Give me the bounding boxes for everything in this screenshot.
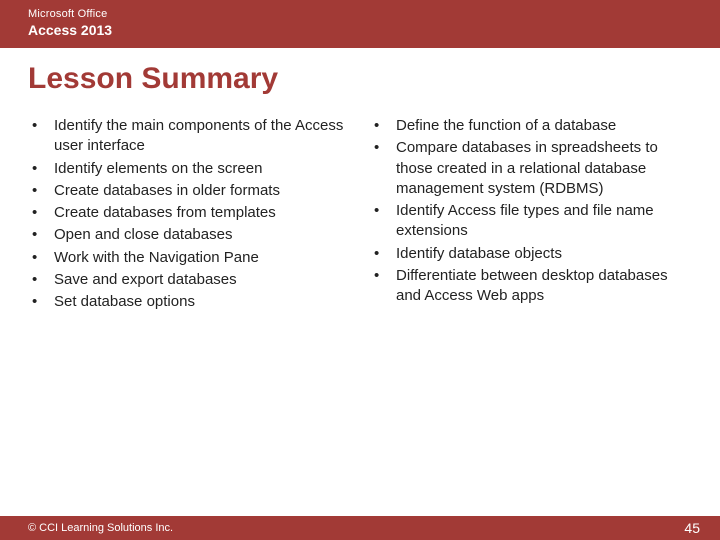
list-item: •Create databases from templates xyxy=(28,203,350,223)
header-brand: Microsoft Office xyxy=(28,8,692,20)
list-item: •Save and export databases xyxy=(28,270,350,290)
list-item: •Define the function of a database xyxy=(370,116,692,136)
list-item: •Identify elements on the screen xyxy=(28,159,350,179)
list-item: •Differentiate between desktop databases… xyxy=(370,266,692,307)
bullet-icon: • xyxy=(28,270,54,290)
bullet-text: Save and export databases xyxy=(54,270,350,290)
slide-header: Microsoft Office Access 2013 xyxy=(0,0,720,48)
list-item: •Identify database objects xyxy=(370,244,692,264)
list-item: •Identify Access file types and file nam… xyxy=(370,201,692,242)
list-item: •Set database options xyxy=(28,292,350,312)
bullet-text: Identify the main components of the Acce… xyxy=(54,116,350,157)
bullet-icon: • xyxy=(370,244,396,264)
left-column: •Identify the main components of the Acc… xyxy=(28,116,350,516)
list-item: •Compare databases in spreadsheets to th… xyxy=(370,138,692,199)
bullet-icon: • xyxy=(28,248,54,268)
bullet-icon: • xyxy=(28,159,54,179)
bullet-icon: • xyxy=(370,138,396,158)
bullet-text: Identify elements on the screen xyxy=(54,159,350,179)
bullet-icon: • xyxy=(28,225,54,245)
footer-copyright: © CCI Learning Solutions Inc. xyxy=(28,522,173,534)
bullet-text: Create databases from templates xyxy=(54,203,350,223)
bullet-text: Define the function of a database xyxy=(396,116,692,136)
right-column: •Define the function of a database •Comp… xyxy=(370,116,692,516)
bullet-text: Set database options xyxy=(54,292,350,312)
list-item: •Identify the main components of the Acc… xyxy=(28,116,350,157)
bullet-text: Differentiate between desktop databases … xyxy=(396,266,692,307)
slide-footer: © CCI Learning Solutions Inc. 45 xyxy=(0,516,720,540)
bullet-icon: • xyxy=(370,116,396,136)
bullet-icon: • xyxy=(28,181,54,201)
bullet-icon: • xyxy=(28,292,54,312)
slide-content: •Identify the main components of the Acc… xyxy=(0,106,720,516)
bullet-text: Compare databases in spreadsheets to tho… xyxy=(396,138,692,199)
right-bullet-list: •Define the function of a database •Comp… xyxy=(370,116,692,306)
slide-title: Lesson Summary xyxy=(0,48,720,106)
bullet-icon: • xyxy=(28,116,54,136)
bullet-text: Identify database objects xyxy=(396,244,692,264)
list-item: •Work with the Navigation Pane xyxy=(28,248,350,268)
bullet-text: Open and close databases xyxy=(54,225,350,245)
bullet-text: Create databases in older formats xyxy=(54,181,350,201)
bullet-icon: • xyxy=(370,201,396,221)
header-product: Access 2013 xyxy=(28,22,692,38)
bullet-text: Identify Access file types and file name… xyxy=(396,201,692,242)
list-item: •Open and close databases xyxy=(28,225,350,245)
left-bullet-list: •Identify the main components of the Acc… xyxy=(28,116,350,312)
bullet-icon: • xyxy=(370,266,396,286)
slide: Microsoft Office Access 2013 Lesson Summ… xyxy=(0,0,720,540)
bullet-text: Work with the Navigation Pane xyxy=(54,248,350,268)
list-item: •Create databases in older formats xyxy=(28,181,350,201)
bullet-icon: • xyxy=(28,203,54,223)
footer-page-number: 45 xyxy=(684,520,700,536)
